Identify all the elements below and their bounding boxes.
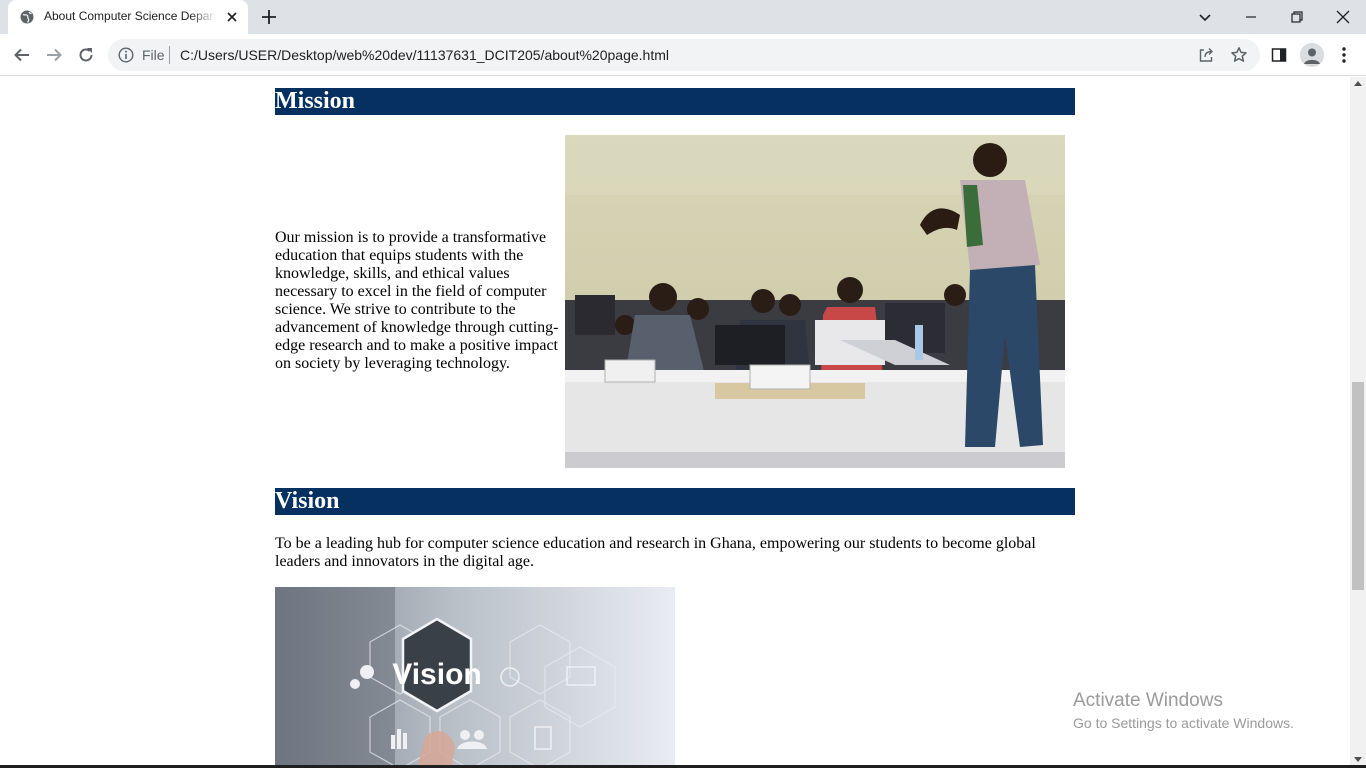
chevron-down-icon bbox=[1199, 14, 1211, 22]
share-icon[interactable] bbox=[1198, 47, 1214, 63]
tab-strip: About Computer Science Department bbox=[0, 0, 1366, 34]
url-scheme-label: File bbox=[142, 47, 165, 63]
classroom-photo-image bbox=[565, 135, 1065, 468]
page-viewport: Mission Our mission is to provide a tran… bbox=[0, 77, 1350, 768]
back-button[interactable] bbox=[8, 41, 36, 69]
arrow-right-icon bbox=[47, 48, 62, 62]
restore-button[interactable] bbox=[1274, 0, 1320, 34]
vision-concept-image: Vision bbox=[275, 587, 675, 768]
reload-button[interactable] bbox=[72, 41, 100, 69]
vertical-scrollbar[interactable] bbox=[1350, 77, 1366, 768]
restore-icon bbox=[1291, 11, 1303, 23]
activate-windows-watermark: Activate Windows Go to Settings to activ… bbox=[1073, 690, 1294, 733]
mission-classroom-photo bbox=[565, 135, 1065, 468]
scroll-down-arrow[interactable] bbox=[1354, 757, 1362, 762]
side-panel-button[interactable] bbox=[1268, 44, 1290, 66]
vision-hexagon-graphic: Vision bbox=[275, 587, 675, 768]
close-icon[interactable] bbox=[224, 9, 240, 25]
browser-toolbar: File C:/Users/USER/Desktop/web%20dev/111… bbox=[0, 34, 1366, 76]
mission-text: Our mission is to provide a transformati… bbox=[275, 229, 559, 372]
reload-icon bbox=[79, 48, 93, 62]
profile-avatar[interactable] bbox=[1300, 43, 1324, 67]
arrow-left-icon bbox=[14, 48, 29, 62]
tab-title: About Computer Science Department bbox=[44, 9, 216, 23]
tab-search-button[interactable] bbox=[1182, 0, 1228, 34]
vision-text: To be a leading hub for computer science… bbox=[275, 535, 1036, 570]
bookmark-star-icon[interactable] bbox=[1230, 46, 1248, 64]
url-text[interactable]: C:/Users/USER/Desktop/web%20dev/11137631… bbox=[180, 47, 669, 63]
scroll-up-arrow[interactable] bbox=[1354, 81, 1362, 86]
globe-icon bbox=[20, 10, 34, 24]
close-icon bbox=[1336, 10, 1350, 24]
menu-button[interactable] bbox=[1333, 44, 1355, 66]
mission-heading: Mission bbox=[275, 88, 1075, 115]
watermark-subtitle: Go to Settings to activate Windows. bbox=[1073, 715, 1294, 731]
info-icon[interactable] bbox=[118, 47, 134, 63]
more-vertical-icon bbox=[1342, 47, 1346, 63]
browser-tab[interactable]: About Computer Science Department bbox=[8, 0, 248, 34]
watermark-title: Activate Windows bbox=[1073, 690, 1223, 711]
side-panel-icon bbox=[1271, 48, 1287, 62]
new-tab-button[interactable] bbox=[258, 6, 280, 28]
minimize-icon bbox=[1246, 16, 1256, 18]
vision-heading: Vision bbox=[275, 488, 1075, 515]
address-bar[interactable]: File C:/Users/USER/Desktop/web%20dev/111… bbox=[108, 39, 1260, 71]
close-window-button[interactable] bbox=[1320, 0, 1366, 34]
vision-image-word: Vision bbox=[392, 658, 481, 691]
url-separator bbox=[169, 46, 170, 64]
person-icon bbox=[1304, 48, 1320, 64]
forward-button[interactable] bbox=[40, 41, 68, 69]
scrollbar-thumb[interactable] bbox=[1352, 382, 1364, 590]
minimize-button[interactable] bbox=[1228, 0, 1274, 34]
